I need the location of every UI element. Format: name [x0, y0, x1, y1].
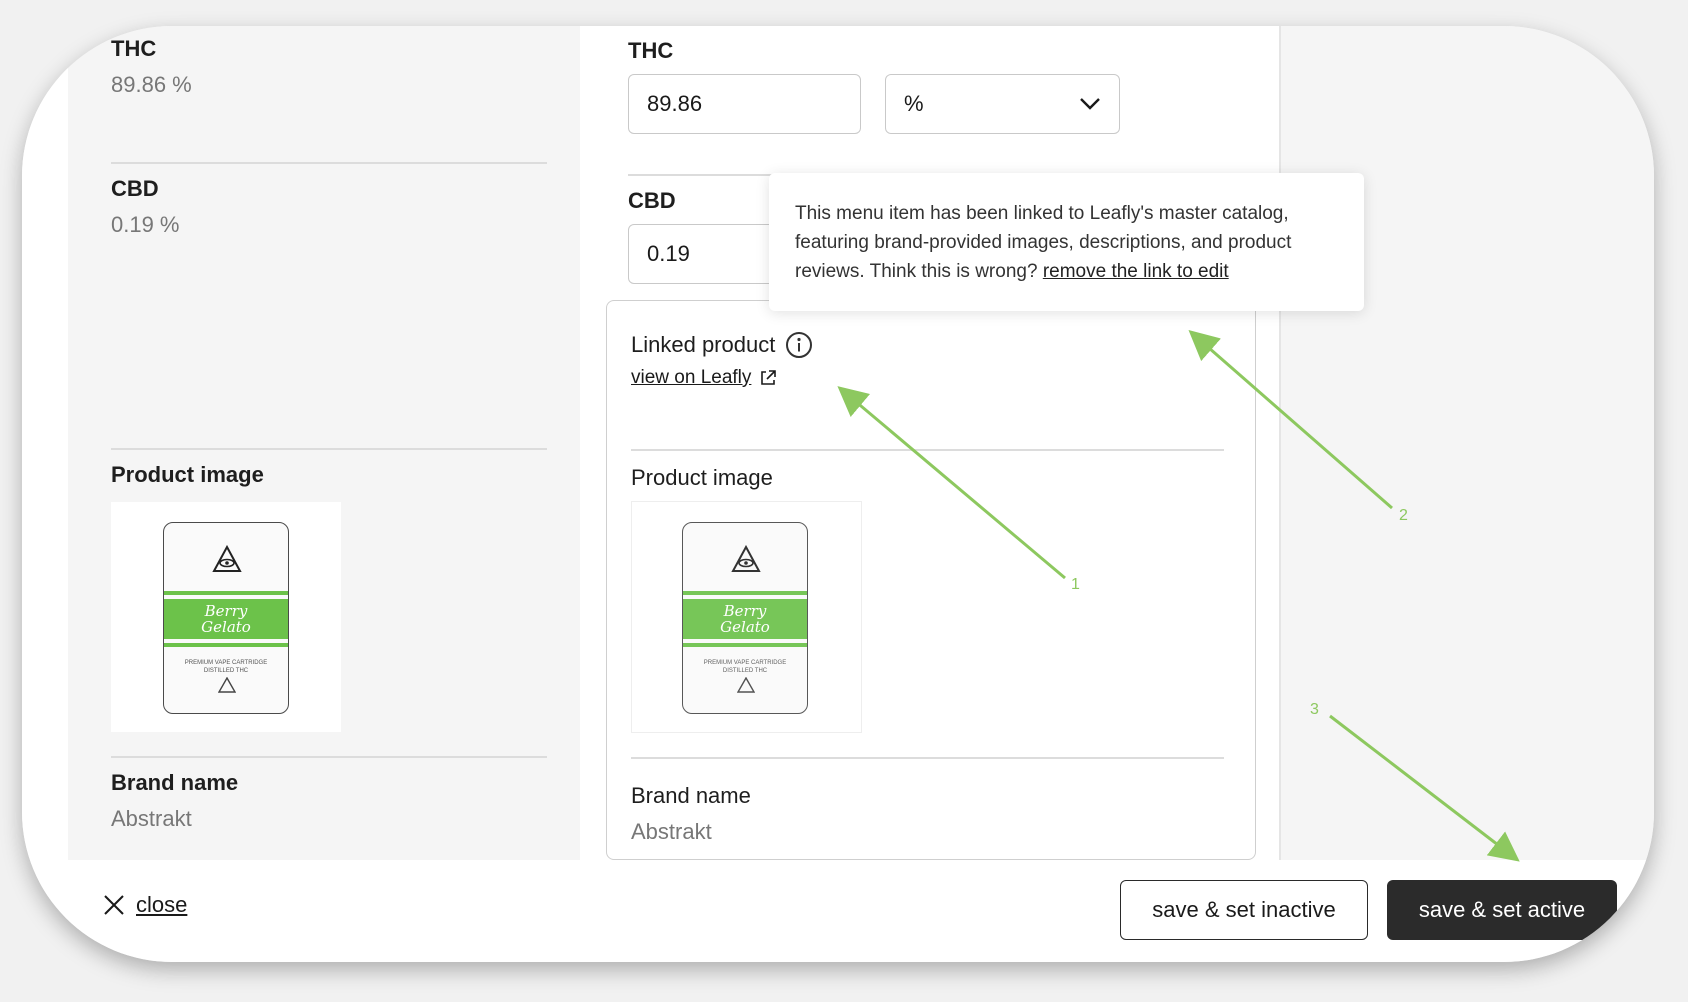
divider	[631, 757, 1224, 759]
linked-product-card: Linked product view on Leafly Product im…	[606, 300, 1256, 860]
package-fine-print: PREMIUM VAPE CARTRIDGE DISTILLED THC	[184, 660, 268, 674]
thc-label: THC	[111, 36, 157, 61]
divider	[111, 756, 547, 758]
save-set-active-button[interactable]: save & set active	[1387, 880, 1617, 940]
thc-unit-select[interactable]: %	[885, 74, 1120, 134]
info-icon[interactable]	[785, 331, 813, 359]
divider	[111, 162, 547, 164]
close-icon	[104, 895, 124, 915]
linked-brand-name-value: Abstrakt	[631, 819, 712, 844]
linked-product-image: Berry Gelato PREMIUM VAPE CARTRIDGE DISTIL…	[631, 501, 862, 733]
right-sidebar	[1279, 26, 1654, 860]
warning-triangle-icon	[737, 677, 755, 693]
product-image-label: Product image	[111, 462, 264, 487]
thc-input[interactable]: 89.86	[628, 74, 861, 134]
thc-field-label: THC	[628, 38, 674, 63]
product-image: Berry Gelato PREMIUM VAPE CARTRIDGE DISTIL…	[111, 502, 341, 732]
linked-brand-name-label: Brand name	[631, 783, 751, 808]
remove-link-button[interactable]: remove the link to edit	[1043, 261, 1229, 282]
eye-triangle-logo	[212, 545, 242, 572]
product-script-logo: Berry Gelato	[201, 602, 251, 636]
brand-name-value: Abstrakt	[111, 806, 192, 831]
linked-product-tooltip: This menu item has been linked to Leafly…	[769, 173, 1364, 311]
footer-bar: close save & set inactive save & set act…	[22, 860, 1654, 962]
original-values-panel: THC 89.86 % CBD 0.19 % Product image Ber…	[93, 26, 569, 860]
product-package-illustration: Berry Gelato PREMIUM VAPE CARTRIDGE DISTIL…	[682, 522, 808, 714]
linked-product-image-label: Product image	[631, 465, 773, 490]
linked-product-title: Linked product	[631, 332, 776, 357]
cbd-field-label: CBD	[628, 188, 676, 213]
external-link-icon	[761, 370, 777, 385]
thc-input-value: 89.86	[647, 91, 703, 116]
left-edge	[22, 26, 68, 860]
save-set-inactive-button[interactable]: save & set inactive	[1120, 880, 1368, 940]
package-fine-print: PREMIUM VAPE CARTRIDGE DISTILLED THC	[703, 660, 787, 674]
eye-triangle-logo	[731, 545, 761, 572]
close-button[interactable]: close	[102, 892, 187, 918]
cbd-label: CBD	[111, 176, 159, 201]
view-on-leafly-link[interactable]: view on Leafly	[631, 367, 777, 389]
warning-triangle-icon	[218, 677, 236, 693]
thc-value: 89.86 %	[111, 72, 192, 97]
card-clip	[606, 860, 1257, 862]
product-package-illustration: Berry Gelato PREMIUM VAPE CARTRIDGE DISTIL…	[163, 522, 289, 714]
close-label: close	[136, 892, 188, 917]
cbd-input-value: 0.19	[647, 241, 690, 266]
cbd-value: 0.19 %	[111, 212, 180, 237]
view-on-leafly-text: view on Leafly	[631, 367, 752, 388]
thc-unit-value: %	[904, 91, 924, 116]
divider	[631, 449, 1224, 451]
column-gap	[580, 26, 604, 860]
divider	[111, 448, 547, 450]
brand-name-label: Brand name	[111, 770, 239, 795]
chevron-down-icon	[1080, 98, 1100, 110]
product-script-logo: Berry Gelato	[720, 602, 770, 636]
